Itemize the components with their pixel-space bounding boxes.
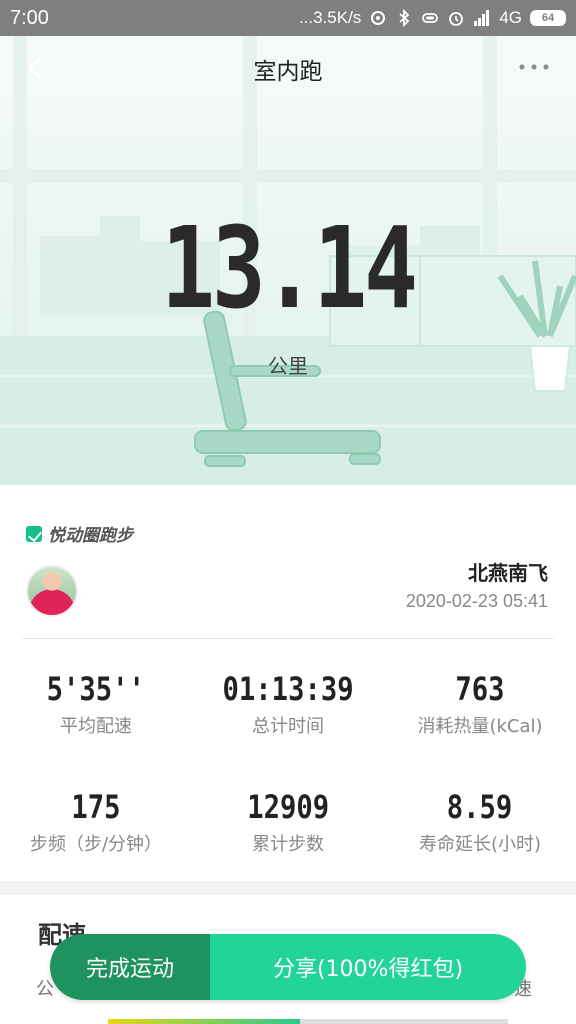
- stat-label: 平均配速: [60, 716, 132, 737]
- section-separator: [0, 881, 576, 895]
- user-name: 北燕南飞: [468, 561, 548, 585]
- stat-value: 01:13:39: [222, 670, 354, 708]
- stat-label: 消耗热量(kCal): [417, 716, 543, 737]
- network-type: 4G: [499, 8, 522, 27]
- bluetooth-icon: [395, 8, 413, 28]
- stat-value: 12909: [247, 788, 329, 826]
- network-speed: ...3.5K/s: [298, 8, 362, 27]
- stat-calories: 763 消耗热量(kCal): [384, 670, 576, 738]
- distance-unit: 公里: [268, 354, 308, 378]
- vibrate-icon: [421, 9, 439, 27]
- share-button[interactable]: 分享(100%得红包): [210, 934, 526, 1000]
- chevron-left-icon: [27, 56, 42, 80]
- nfc-icon: [369, 9, 387, 27]
- stats-grid: 5'35'' 平均配速 01:13:39 总计时间 763 消耗热量(kCal)…: [0, 670, 576, 856]
- distance-value: 13.14: [161, 204, 418, 334]
- status-right-group: ...3.5K/s 4G 64: [299, 8, 566, 28]
- stat-value: 175: [71, 788, 121, 826]
- stat-life-extension: 8.59 寿命延长(小时): [384, 788, 576, 856]
- back-button[interactable]: [18, 50, 54, 86]
- stat-total-time: 01:13:39 总计时间: [192, 670, 384, 738]
- stat-cadence: 175 步频（步/分钟）: [0, 788, 192, 856]
- stat-label: 寿命延长(小时): [418, 834, 542, 855]
- workout-datetime: 2020-02-23 05:41: [405, 591, 548, 611]
- action-bar: 完成运动 分享(100%得红包): [50, 934, 526, 1000]
- hero-section: 室内跑 13.14 公里: [0, 36, 576, 485]
- stat-value: 763: [455, 670, 505, 708]
- status-time: 7:00: [10, 6, 49, 29]
- battery-icon: 64: [530, 10, 566, 26]
- stat-avg-pace: 5'35'' 平均配速: [0, 670, 192, 738]
- finish-workout-button[interactable]: 完成运动: [50, 934, 210, 1000]
- pace-bar: [108, 1019, 508, 1024]
- brand-name: 悦动圈跑步: [48, 526, 133, 546]
- avatar[interactable]: [26, 565, 78, 617]
- page-title: 室内跑: [253, 59, 323, 85]
- status-bar: 7:00 ...3.5K/s 4G 64: [0, 0, 576, 36]
- stat-label: 累计步数: [252, 834, 324, 855]
- pace-bar-fill: [108, 1019, 300, 1024]
- stat-steps: 12909 累计步数: [192, 788, 384, 856]
- signal-icon: [473, 9, 491, 27]
- more-dots-icon: [519, 64, 549, 70]
- stat-value: 5'35'': [46, 670, 146, 708]
- stat-label: 步频（步/分钟）: [29, 834, 163, 855]
- more-button[interactable]: [514, 52, 554, 82]
- stat-label: 总计时间: [252, 716, 324, 737]
- stat-value: 8.59: [447, 788, 513, 826]
- top-nav: 室内跑: [0, 36, 576, 102]
- workout-card: 悦动圈跑步 北燕南飞 2020-02-23 05:41 5'35'' 平均配速 …: [0, 485, 576, 881]
- divider: [22, 638, 554, 639]
- brand-icon: [26, 525, 42, 542]
- alarm-icon: [447, 9, 465, 27]
- brand-logo: 悦动圈跑步: [26, 521, 133, 546]
